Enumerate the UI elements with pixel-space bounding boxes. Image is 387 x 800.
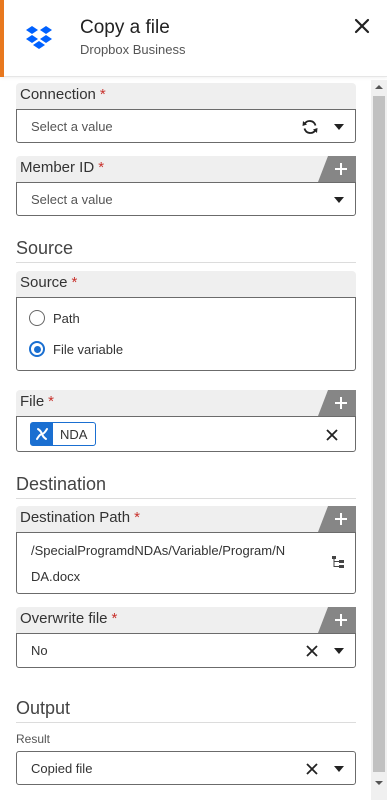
variable-chip[interactable]: NDA (30, 422, 96, 446)
required-asterisk: * (111, 610, 118, 627)
overwrite-file-label-bar: Overwrite file * (16, 607, 356, 633)
overwrite-file-label: Overwrite file * (20, 610, 118, 627)
chevron-down-icon[interactable] (333, 647, 345, 655)
required-asterisk: * (134, 509, 140, 526)
destination-path-field: Destination Path * /SpecialProgramdNDAs/V… (16, 506, 356, 594)
member-id-label-bar: Member ID * (16, 156, 356, 182)
source-radio-group: Path File variable (16, 297, 356, 371)
overwrite-file-value: No (31, 643, 48, 658)
destination-path-line2: DA.docx (31, 569, 81, 584)
radio-path[interactable] (29, 310, 45, 326)
section-divider (16, 498, 356, 499)
result-label: Result (16, 732, 51, 746)
file-label-bar: File * (16, 390, 356, 416)
chevron-down-icon[interactable] (333, 123, 345, 131)
member-id-select[interactable]: Select a value (16, 182, 356, 216)
plus-icon (335, 397, 347, 409)
chevron-down-icon[interactable] (333, 196, 345, 204)
source-label-bar: Source * (16, 271, 356, 297)
section-title-output: Output (16, 698, 71, 718)
required-asterisk: * (71, 274, 78, 291)
destination-path-label-bar: Destination Path * (16, 506, 356, 532)
connection-select[interactable]: Select a value (16, 109, 356, 143)
overwrite-file-field: Overwrite file * No (16, 607, 356, 668)
plus-icon (335, 513, 347, 525)
scroll-up-arrow-icon[interactable] (371, 80, 387, 94)
required-asterisk: * (98, 159, 105, 176)
add-expression-button[interactable] (318, 390, 356, 416)
connection-field: Connection * Select a value (16, 83, 356, 143)
required-asterisk: * (48, 393, 55, 410)
file-field: File * NDA (16, 390, 356, 452)
close-icon[interactable] (352, 16, 372, 36)
plus-icon (335, 163, 347, 175)
overwrite-file-select[interactable]: No (16, 633, 356, 668)
connection-label-bar: Connection * (16, 83, 356, 109)
clear-icon[interactable] (306, 645, 318, 657)
section-divider (16, 722, 356, 723)
add-expression-button[interactable] (318, 506, 356, 532)
section-title-source: Source (16, 238, 74, 258)
member-id-placeholder: Select a value (31, 192, 113, 207)
clear-icon[interactable] (306, 763, 318, 775)
panel-subtitle: Dropbox Business (80, 42, 186, 57)
variable-icon (31, 423, 53, 445)
destination-path-label: Destination Path * (20, 509, 140, 526)
destination-path-line1: /SpecialProgramdNDAs/Variable/Program/N (31, 543, 286, 558)
section-divider (16, 262, 356, 263)
radio-file-variable[interactable] (29, 341, 45, 357)
file-label: File * (20, 393, 55, 410)
folder-tree-icon[interactable] (331, 555, 345, 569)
form-content: Connection * Select a value Member ID * Se… (0, 80, 371, 800)
result-value: Copied file (31, 761, 93, 776)
add-expression-button[interactable] (318, 607, 356, 633)
result-select[interactable]: Copied file (16, 751, 356, 785)
panel-title: Copy a file (80, 17, 170, 38)
result-field: Copied file (16, 751, 356, 785)
connection-placeholder: Select a value (31, 119, 113, 134)
radio-file-variable-label[interactable]: File variable (53, 342, 123, 357)
variable-chip-label: NDA (60, 427, 88, 442)
radio-path-label[interactable]: Path (53, 311, 80, 326)
panel-header: Copy a file Dropbox Business (0, 0, 387, 77)
refresh-icon[interactable] (301, 118, 319, 136)
clear-icon[interactable] (326, 429, 338, 441)
section-title-destination: Destination (16, 474, 107, 494)
required-asterisk: * (99, 86, 106, 103)
dropbox-logo-icon (26, 26, 52, 49)
destination-path-input[interactable]: /SpecialProgramdNDAs/Variable/Program/N … (16, 532, 356, 594)
scrollbar-thumb[interactable] (373, 96, 385, 772)
plus-icon (335, 614, 347, 626)
add-expression-button[interactable] (318, 156, 356, 182)
connection-label: Connection * (20, 86, 106, 103)
source-label: Source * (20, 274, 78, 291)
header-accent-bar (0, 0, 4, 77)
chevron-down-icon[interactable] (333, 765, 345, 773)
file-input[interactable]: NDA (16, 416, 356, 452)
member-id-field: Member ID * Select a value (16, 156, 356, 216)
source-field: Source * Path File variable (16, 271, 356, 371)
scroll-down-arrow-icon[interactable] (371, 776, 387, 790)
member-id-label: Member ID * (20, 159, 105, 176)
